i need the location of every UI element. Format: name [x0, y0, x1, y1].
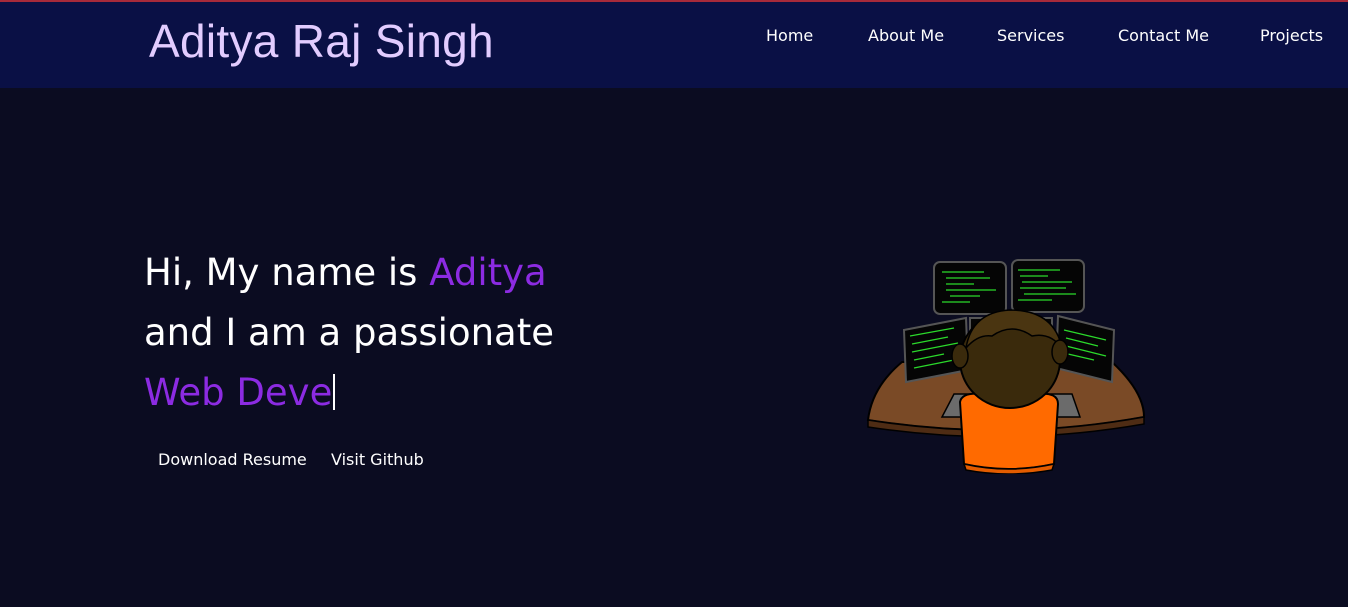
- main-nav: Home About Me Services Contact Me Projec…: [0, 26, 1348, 50]
- hero-name: Aditya: [429, 251, 547, 294]
- developer-at-monitors-icon: [866, 259, 1146, 474]
- typed-role: Web Deve: [144, 371, 333, 414]
- hero-greeting: Hi, My name is: [144, 251, 430, 294]
- nav-about-me[interactable]: About Me: [868, 26, 944, 45]
- nav-projects[interactable]: Projects: [1260, 26, 1323, 45]
- hero-line-3: Web Deve: [144, 363, 554, 423]
- hero-intro: Hi, My name is Aditya and I am a passion…: [144, 243, 554, 423]
- hero-line-1: Hi, My name is Aditya: [144, 243, 554, 303]
- site-header: Aditya Raj Singh Home About Me Services …: [0, 2, 1348, 88]
- nav-home[interactable]: Home: [766, 26, 813, 45]
- nav-contact-me[interactable]: Contact Me: [1118, 26, 1209, 45]
- visit-github-button[interactable]: Visit Github: [331, 450, 424, 469]
- nav-services[interactable]: Services: [997, 26, 1064, 45]
- hero-line-2: and I am a passionate: [144, 311, 554, 354]
- download-resume-button[interactable]: Download Resume: [158, 450, 307, 469]
- typing-cursor: [333, 374, 336, 410]
